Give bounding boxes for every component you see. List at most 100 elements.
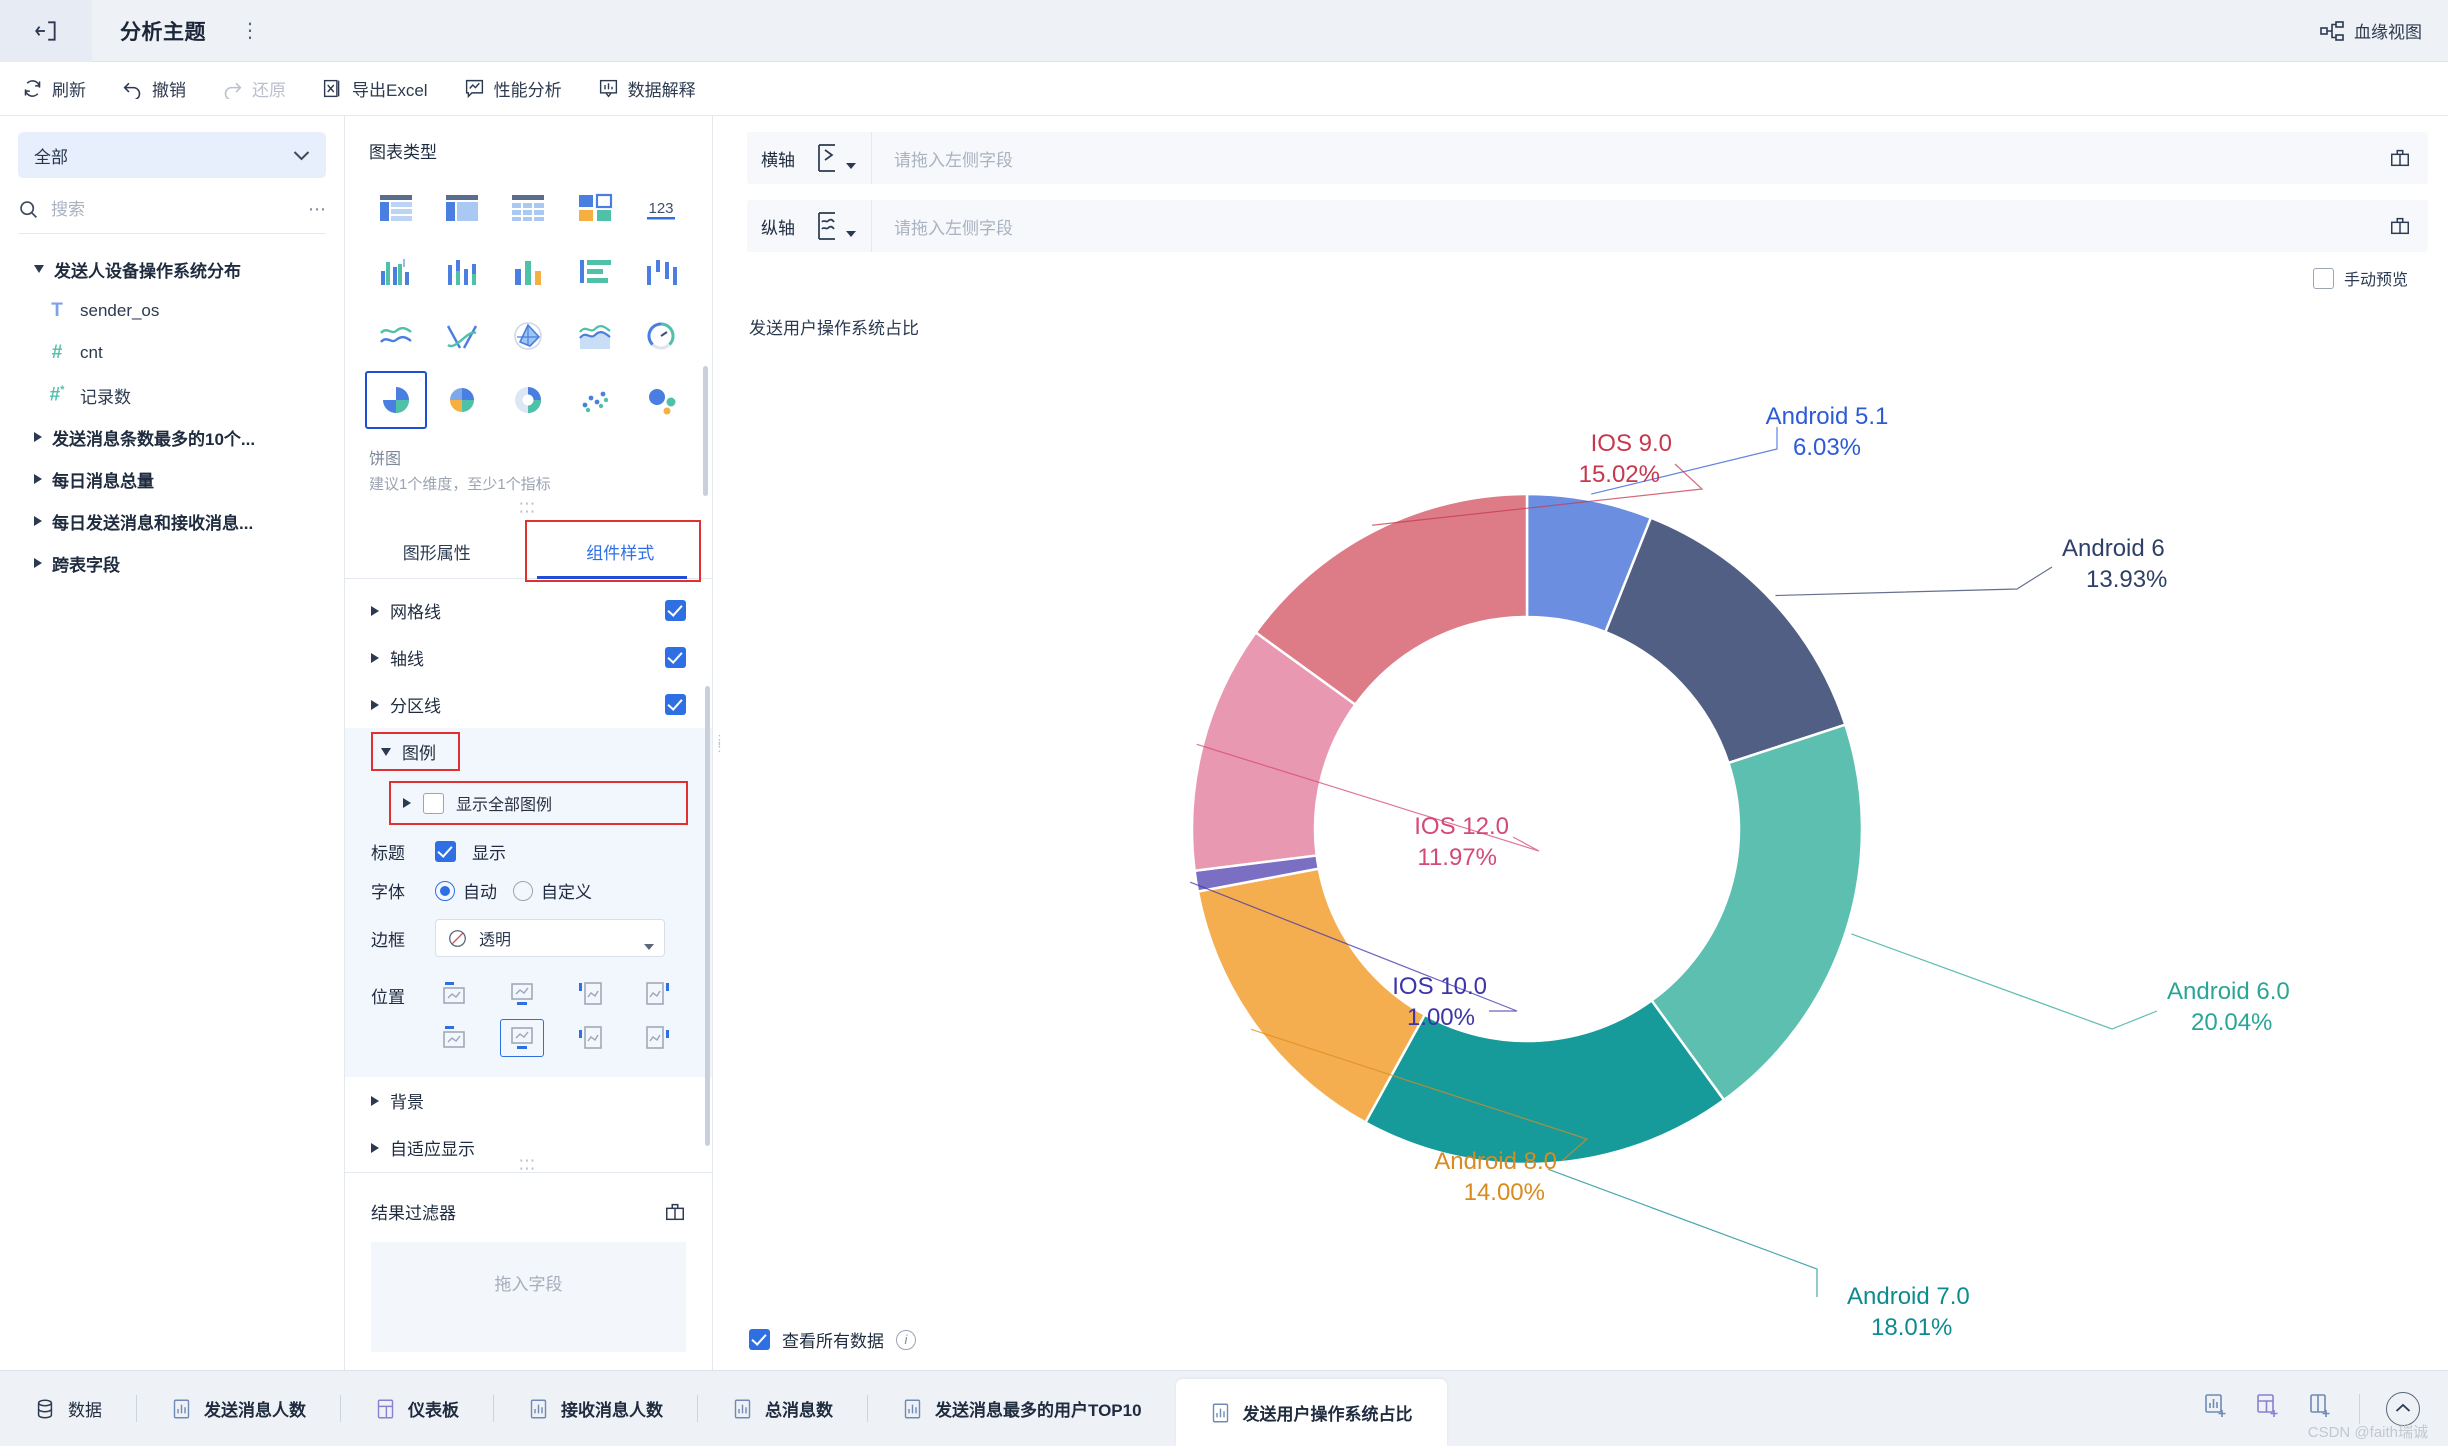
search-more-icon[interactable]: ⋯ (308, 199, 326, 220)
x-axis-copy-icon[interactable] (2372, 147, 2428, 169)
tree-group-0[interactable]: 发送人设备操作系统分布 (0, 248, 344, 290)
tree-group-3[interactable]: 每日发送消息和接收消息... (0, 500, 344, 542)
show-all-legend-row[interactable]: 显示全部图例 (389, 781, 688, 825)
tree-field-sender-os[interactable]: T sender_os (0, 290, 344, 332)
show-all-legend-checkbox[interactable] (423, 792, 444, 814)
legend-position-top-left-2[interactable] (432, 1019, 476, 1057)
tab-graph-properties[interactable]: 图形属性 (345, 524, 529, 578)
option-partitionline[interactable]: 分区线 (345, 681, 712, 728)
partitionline-checkbox[interactable] (665, 694, 686, 715)
search-input[interactable] (51, 199, 296, 220)
legend-position-right-2[interactable] (636, 1019, 680, 1057)
bottom-tab-sent-users[interactable]: 发送消息人数 (137, 1371, 340, 1446)
chart-type-scrollbar[interactable] (703, 366, 708, 496)
chart-type-pie[interactable] (365, 371, 428, 429)
chart-type-donut[interactable] (497, 371, 559, 429)
option-background[interactable]: 背景 (345, 1077, 712, 1124)
chart-type-stacked-column[interactable] (431, 243, 493, 301)
donut-chart-svg[interactable]: Android 5.1 6.03% Android 6 13.93% Android 6… (727, 339, 2417, 1339)
legend-position-left[interactable] (568, 975, 612, 1013)
tree-group-1[interactable]: 发送消息条数最多的10个... (0, 416, 344, 458)
y-axis-copy-icon[interactable] (2372, 215, 2428, 237)
data-explain-button[interactable]: 数据解释 (598, 76, 696, 101)
manual-preview-row[interactable]: 手动预览 (727, 252, 2448, 290)
axisline-checkbox[interactable] (665, 647, 686, 668)
filter-dropzone[interactable]: 拖入字段 (371, 1242, 686, 1352)
chart-type-line[interactable] (365, 307, 427, 365)
scope-select[interactable]: 全部 (18, 132, 326, 178)
tree-field-record-count[interactable]: #* 记录数 (0, 374, 344, 416)
bottom-tab-os-share[interactable]: 发送用户操作系统占比 (1175, 1379, 1447, 1446)
chart-type-grouped-column[interactable] (365, 243, 427, 301)
bottom-tab-dashboard[interactable]: 仪表板 (341, 1371, 493, 1446)
y-axis-dropzone[interactable]: 请拖入左侧字段 (872, 214, 2372, 239)
legend-position-right[interactable] (636, 975, 680, 1013)
option-component-padding[interactable]: 组件内边距 (345, 1171, 712, 1172)
option-legend[interactable]: 图例 (345, 728, 712, 775)
chart-type-radar[interactable] (497, 307, 559, 365)
chart-type-scatter[interactable] (564, 371, 626, 429)
bottom-tab-data[interactable]: 数据 (0, 1371, 136, 1446)
panel-resize-grip[interactable]: ⋯ ⋯ (345, 494, 712, 524)
x-axis-dropzone[interactable]: 请拖入左侧字段 (872, 146, 2372, 171)
view-all-data-checkbox[interactable] (749, 1329, 770, 1350)
chart-type-cross-table[interactable] (431, 179, 493, 237)
chart-type-detail-table[interactable] (497, 179, 559, 237)
measure-axis-icon[interactable] (809, 209, 861, 243)
panel-drag-handle[interactable]: ⋮ ⋮ (713, 116, 727, 1370)
legend-position-bottom-center[interactable] (500, 975, 544, 1013)
font-custom-radio[interactable] (513, 880, 533, 901)
manual-preview-checkbox[interactable] (2312, 267, 2334, 289)
lineage-view-button[interactable]: 血缘视图 (2320, 18, 2422, 43)
collapse-panel-icon[interactable] (0, 0, 92, 62)
legend-position-left-2[interactable] (568, 1019, 612, 1057)
chart-type-bar[interactable] (564, 243, 626, 301)
refresh-button[interactable]: 刷新 (22, 76, 86, 101)
more-vertical-icon[interactable]: ⋮ (240, 18, 261, 43)
font-auto-radio[interactable] (435, 880, 455, 901)
chart-type-range-column[interactable] (630, 243, 692, 301)
field-tree: 发送人设备操作系统分布 T sender_os # cnt #* 记录数 发送消… (0, 248, 344, 584)
donut-chart[interactable]: Android 5.1 6.03% Android 6 13.93% Android 6… (727, 339, 2448, 1339)
chart-icon (530, 1399, 547, 1418)
chart-type-rose[interactable] (431, 371, 493, 429)
tree-group-label: 发送消息条数最多的10个... (52, 429, 256, 449)
donut-slice-value: 15.02% (1579, 461, 1660, 488)
undo-button[interactable]: 撤销 (122, 76, 186, 101)
bottom-tab-received-users[interactable]: 接收消息人数 (494, 1371, 697, 1446)
bottom-tab-total-messages[interactable]: 总消息数 (698, 1371, 867, 1446)
add-dashboard-icon[interactable] (2255, 1393, 2281, 1424)
config-scrollbar[interactable] (705, 686, 710, 1146)
chart-type-area[interactable] (564, 307, 626, 365)
chart-type-kanban[interactable] (564, 179, 626, 237)
font-custom-option[interactable]: 自定义 (513, 878, 592, 903)
export-excel-button[interactable]: 导出Excel (322, 76, 428, 101)
y-axis-field-row: 纵轴 请拖入左侧字段 (747, 200, 2428, 252)
tree-field-cnt[interactable]: # cnt (0, 332, 344, 374)
chart-type-column[interactable] (497, 243, 559, 301)
performance-button[interactable]: 性能分析 (464, 76, 562, 101)
add-page-icon[interactable] (2307, 1393, 2333, 1424)
donut-slice[interactable] (1603, 516, 1847, 765)
chart-type-number[interactable]: 123 (630, 179, 692, 237)
gridline-checkbox[interactable] (665, 600, 686, 621)
add-chart-icon[interactable] (2203, 1393, 2229, 1424)
legend-position-bottom-center-2[interactable] (500, 1019, 544, 1057)
config-tabs: 图形属性 组件样式 (345, 520, 713, 582)
option-adaptive-display[interactable]: 自适应显示 (345, 1124, 712, 1171)
chart-type-table[interactable] (365, 179, 427, 237)
font-auto-option[interactable]: 自动 (435, 878, 497, 903)
option-gridline[interactable]: 网格线 (345, 587, 712, 634)
legend-title-checkbox[interactable] (435, 841, 456, 862)
legend-position-top-left[interactable] (432, 975, 476, 1013)
chart-type-bubble[interactable] (630, 371, 692, 429)
option-axisline[interactable]: 轴线 (345, 634, 712, 681)
tree-group-2[interactable]: 每日消息总量 (0, 458, 344, 500)
dimension-axis-icon[interactable] (809, 141, 861, 175)
tab-component-style[interactable]: 组件样式 (529, 524, 713, 578)
chart-type-compare-line[interactable] (431, 307, 493, 365)
tree-group-4[interactable]: 跨表字段 (0, 542, 344, 584)
chart-type-gauge[interactable] (630, 307, 692, 365)
legend-border-select[interactable]: 透明 (435, 919, 665, 957)
bottom-tab-top10-users[interactable]: 发送消息最多的用户TOP10 (868, 1371, 1176, 1446)
